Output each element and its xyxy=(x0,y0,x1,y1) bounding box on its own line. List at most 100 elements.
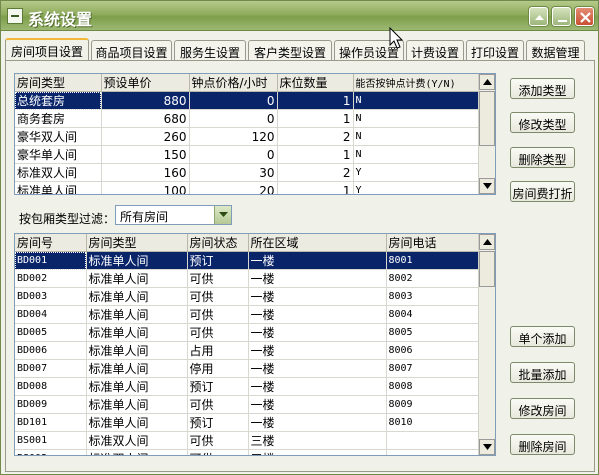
room-scrollbar[interactable] xyxy=(478,234,495,455)
minimize-button[interactable] xyxy=(529,7,548,26)
table-row[interactable]: 豪华双人间 260 120 2 N xyxy=(15,127,480,146)
table-row[interactable]: BD001 标准单人间 预订 一楼 8001 xyxy=(15,251,480,270)
tab-bar: 房间项目设置 商品项目设置 服务生设置 客户类型设置 操作员设置 计费设置 打印… xyxy=(5,38,595,62)
scroll-up-icon xyxy=(483,79,492,85)
column-header[interactable]: 预设单价 xyxy=(101,74,190,92)
add-type-button[interactable]: 添加类型 xyxy=(510,78,575,99)
table-row[interactable]: BD101 标准单人间 预订 一楼 8010 xyxy=(15,413,480,432)
edit-type-button[interactable]: 修改类型 xyxy=(510,112,575,133)
column-header[interactable]: 钟点价格/小时 xyxy=(189,74,278,92)
table-cell: BS001 xyxy=(15,431,87,450)
room-discount-button[interactable]: 房间费打折 xyxy=(510,181,575,202)
table-cell: 豪华单人间 xyxy=(15,145,102,164)
scroll-up-button[interactable] xyxy=(479,234,495,250)
room-grid[interactable]: 房间号 房间类型 房间状态 所在区域 房间电话 BD001 标准单人间 预订 一楼 80… xyxy=(14,233,496,456)
room-type-scrollbar[interactable] xyxy=(478,74,495,194)
tab-goods-settings[interactable]: 商品项目设置 xyxy=(91,40,172,61)
column-header[interactable]: 房间状态 xyxy=(187,234,249,252)
scroll-up-button[interactable] xyxy=(479,74,495,90)
scroll-down-button[interactable] xyxy=(479,439,495,455)
column-header[interactable]: 房间类型 xyxy=(15,74,102,92)
table-cell: BD004 xyxy=(15,305,87,324)
table-cell: 880 xyxy=(101,91,190,110)
table-row[interactable]: BS001 标准双人间 可供 三楼 xyxy=(15,431,480,450)
table-cell xyxy=(386,431,480,450)
table-cell: 三楼 xyxy=(248,431,387,450)
table-cell: 260 xyxy=(101,127,190,146)
tab-print-settings[interactable]: 打印设置 xyxy=(466,40,524,61)
tab-waiter-settings[interactable]: 服务生设置 xyxy=(174,40,246,61)
table-cell: 一楼 xyxy=(248,305,387,324)
column-header[interactable]: 房间电话 xyxy=(386,234,480,252)
table-cell: 标准单人间 xyxy=(86,287,188,306)
table-cell: 1 xyxy=(277,91,354,110)
table-row[interactable]: 标准双人间 160 30 2 Y xyxy=(15,163,480,182)
table-row[interactable]: BD002 标准单人间 可供 一楼 8002 xyxy=(15,269,480,288)
table-row[interactable]: BS002标准双人间可供三楼 xyxy=(15,449,480,455)
scroll-up-icon xyxy=(483,239,492,245)
window-menu-icon[interactable] xyxy=(7,8,23,24)
table-cell: 标准单人间 xyxy=(86,305,188,324)
table-cell: BD003 xyxy=(15,287,87,306)
table-row[interactable]: 商务套房 680 0 1 N xyxy=(15,109,480,128)
room-type-grid[interactable]: 房间类型 预设单价 钟点价格/小时 床位数量 能否按钟点计费(Y/N) 总统套房… xyxy=(14,73,496,195)
column-header[interactable]: 能否按钟点计费(Y/N) xyxy=(353,74,480,92)
table-row[interactable]: BD008 标准单人间 预订 一楼 8008 xyxy=(15,377,480,396)
add-single-room-button[interactable]: 单个添加 xyxy=(510,326,575,347)
table-row[interactable]: BD006 标准单人间 占用 一楼 8006 xyxy=(15,341,480,360)
edit-room-button[interactable]: 修改房间 xyxy=(510,398,575,419)
delete-room-button[interactable]: 删除房间 xyxy=(510,434,575,455)
table-cell: 可供 xyxy=(187,269,249,288)
room-rows: BD001 标准单人间 预订 一楼 8001 BD002 标准单人间 可供 一楼 8002 BD00… xyxy=(15,251,480,455)
table-row[interactable]: 总统套房 880 0 1 N xyxy=(15,91,480,110)
tab-billing-settings[interactable]: 计费设置 xyxy=(406,40,464,61)
table-cell: 1 xyxy=(277,145,354,164)
scroll-thumb[interactable] xyxy=(479,91,495,146)
table-cell: 可供 xyxy=(187,323,249,342)
table-cell: 8004 xyxy=(386,305,480,324)
table-row[interactable]: BD005 标准单人间 可供 一楼 8005 xyxy=(15,323,480,342)
table-cell: 1 xyxy=(277,181,354,194)
table-cell: 商务套房 xyxy=(15,109,102,128)
table-cell: 2 xyxy=(277,127,354,146)
table-row[interactable]: 豪华单人间 150 0 1 N xyxy=(15,145,480,164)
column-header[interactable]: 房间号 xyxy=(15,234,87,252)
table-row[interactable]: BD004 标准单人间 可供 一楼 8004 xyxy=(15,305,480,324)
minimize-icon xyxy=(535,15,544,20)
table-cell: 8009 xyxy=(386,395,480,414)
tab-room-settings[interactable]: 房间项目设置 xyxy=(5,38,89,62)
table-cell: 标准单人间 xyxy=(86,323,188,342)
maximize-button[interactable] xyxy=(552,7,571,26)
title-bar[interactable]: 系统设置 xyxy=(1,1,598,31)
dropdown-button[interactable] xyxy=(214,206,231,224)
table-row[interactable]: 标准单人间 100 20 1 Y xyxy=(15,181,480,194)
batch-add-rooms-button[interactable]: 批量添加 xyxy=(510,362,575,383)
close-button[interactable] xyxy=(575,7,594,26)
table-cell: 8007 xyxy=(386,359,480,378)
room-type-filter-select[interactable]: 所有房间 xyxy=(115,205,232,225)
table-cell: N xyxy=(353,145,480,164)
tab-customer-type-settings[interactable]: 客户类型设置 xyxy=(248,40,332,61)
room-table: 房间号 房间类型 房间状态 所在区域 房间电话 BD001 标准单人间 预订 一楼 80… xyxy=(15,234,480,455)
column-header[interactable]: 房间类型 xyxy=(86,234,188,252)
column-header[interactable]: 所在区域 xyxy=(248,234,387,252)
table-cell: BD002 xyxy=(15,269,87,288)
scroll-thumb[interactable] xyxy=(479,251,495,287)
table-row[interactable]: BD007 标准单人间 停用 一楼 8007 xyxy=(15,359,480,378)
tab-data-management[interactable]: 数据管理 xyxy=(526,40,585,61)
table-cell: 2 xyxy=(277,163,354,182)
table-row[interactable]: BD009 标准单人间 可供 一楼 8009 xyxy=(15,395,480,414)
table-cell: BD101 xyxy=(15,413,87,432)
table-cell: BD009 xyxy=(15,395,87,414)
filter-selected-value: 所有房间 xyxy=(120,210,169,224)
delete-type-button[interactable]: 删除类型 xyxy=(510,147,575,168)
column-header[interactable]: 床位数量 xyxy=(277,74,354,92)
table-cell: 0 xyxy=(189,109,278,128)
scroll-down-button[interactable] xyxy=(479,178,495,194)
table-cell: BS002 xyxy=(15,449,87,455)
table-row[interactable]: BD003 标准单人间 可供 一楼 8003 xyxy=(15,287,480,306)
table-cell: 30 xyxy=(189,163,278,182)
table-cell: 标准单人间 xyxy=(86,359,188,378)
settings-window: 系统设置 房间项目设置 商品项目设置 服务生设置 客户类型设置 操作员设置 计费… xyxy=(0,0,599,475)
room-type-table: 房间类型 预设单价 钟点价格/小时 床位数量 能否按钟点计费(Y/N) 总统套房… xyxy=(15,74,480,194)
